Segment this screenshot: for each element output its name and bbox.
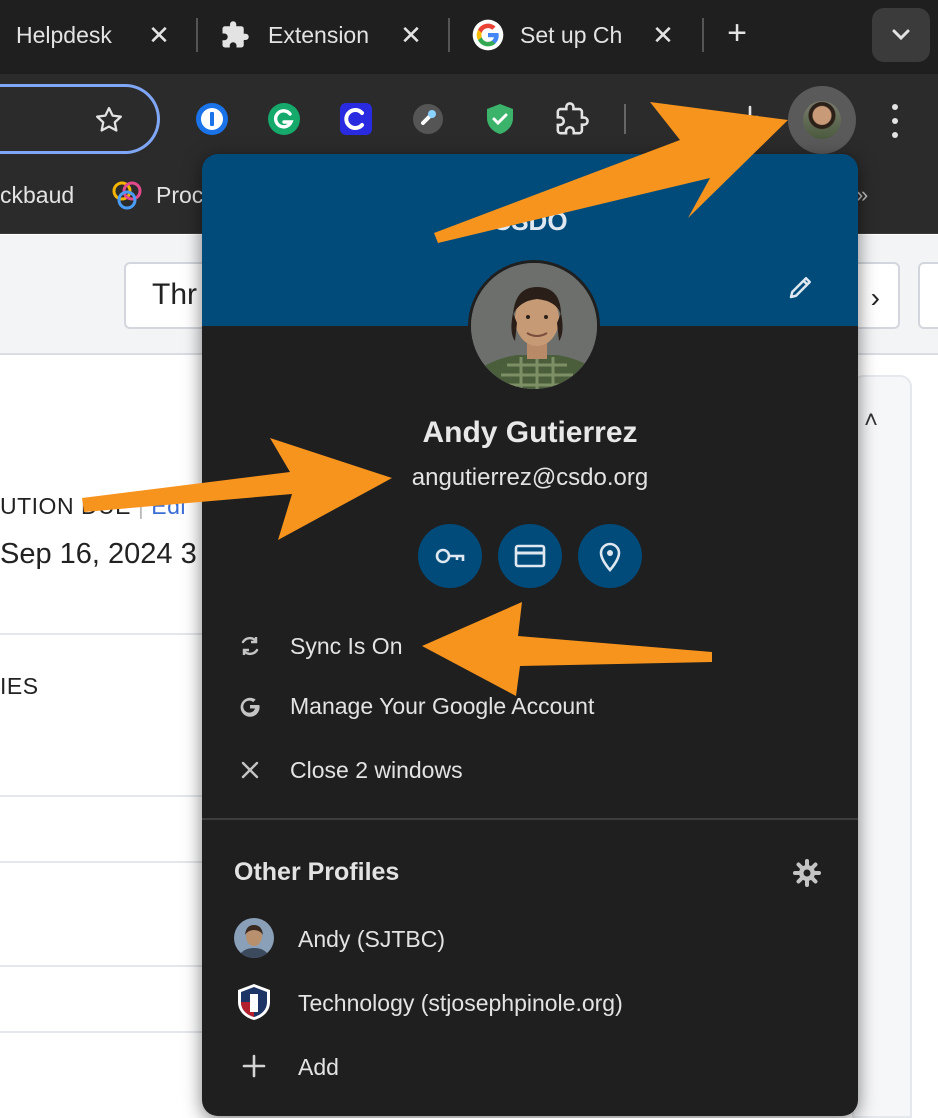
tab-close-icon[interactable]: ✕	[396, 20, 426, 50]
profile-menu: CSDO Andy Gutierrez angutierrez@csdo.org	[202, 154, 858, 1116]
download-icon[interactable]	[732, 101, 768, 137]
profile-row-sjtbc[interactable]: Andy (SJTBC)	[202, 912, 858, 968]
plus-icon	[234, 1046, 274, 1086]
resolution-due-label: UTION DUE | Edi	[0, 493, 187, 519]
tab-close-icon[interactable]: ✕	[144, 20, 174, 50]
tab-label: Extension	[268, 21, 370, 48]
add-profile-label: Add	[298, 1054, 339, 1080]
puzzle-icon	[220, 20, 250, 50]
tab-search-button[interactable]	[872, 8, 930, 62]
credit-card-icon	[514, 544, 546, 568]
tab-separator	[196, 18, 198, 52]
other-profiles-title: Other Profiles	[234, 858, 400, 886]
profile-button[interactable]	[788, 86, 856, 154]
chevron-right-icon: ›	[870, 282, 880, 313]
google-g-icon	[236, 692, 264, 720]
sync-label: Sync Is On	[290, 632, 403, 659]
section-label: IES	[0, 673, 39, 699]
edge-button[interactable]	[918, 262, 938, 329]
c-extension-icon[interactable]	[338, 101, 374, 137]
payment-methods-button[interactable]	[498, 524, 562, 588]
close-icon	[236, 756, 264, 784]
tab-separator	[702, 18, 704, 52]
close-windows-label: Close 2 windows	[290, 756, 463, 783]
gear-icon[interactable]	[792, 858, 822, 888]
tab-extensions[interactable]: Extension	[220, 0, 380, 70]
tab-strip: Helpdesk ✕ Extension ✕ Set up Ch ✕ +	[0, 0, 938, 74]
add-profile-row[interactable]: Add	[202, 1040, 858, 1096]
google-g-icon	[472, 19, 504, 51]
edit-pencil-icon[interactable]	[786, 272, 816, 302]
divider	[0, 633, 210, 635]
shield-extension-icon[interactable]	[482, 101, 518, 137]
org-name: CSDO	[492, 206, 568, 236]
addresses-button[interactable]	[578, 524, 642, 588]
avatar	[803, 101, 841, 139]
close-windows-row[interactable]: Close 2 windows	[202, 742, 858, 798]
tab-close-icon[interactable]: ✕	[648, 20, 678, 50]
profile-email: angutierrez@csdo.org	[411, 464, 649, 491]
tab-group-icon[interactable]	[666, 101, 702, 137]
location-pin-icon	[599, 542, 621, 572]
grammarly-extension-icon[interactable]	[266, 101, 302, 137]
chevron-down-icon	[892, 29, 910, 41]
divider	[0, 861, 210, 863]
tab-label: Helpdesk	[16, 21, 112, 48]
browser-toolbar	[0, 74, 938, 164]
profile-label: Technology (stjosephpinole.org)	[298, 990, 623, 1016]
side-panel: ˄	[852, 375, 912, 1118]
wrench-extension-icon[interactable]	[410, 101, 446, 137]
sync-row[interactable]: Sync Is On	[202, 618, 858, 674]
divider	[0, 1031, 210, 1033]
tab-separator	[448, 18, 450, 52]
bookmark-blackbaud[interactable]: ckbaud	[0, 182, 74, 209]
profile-row-technology[interactable]: Technology (stjosephpinole.org)	[202, 976, 858, 1032]
toolbar-separator	[624, 104, 626, 134]
key-icon	[435, 548, 465, 564]
more-menu-icon[interactable]	[890, 104, 900, 138]
extensions-puzzle-icon[interactable]	[554, 101, 590, 137]
edit-link[interactable]: Edi	[151, 493, 186, 519]
address-bar[interactable]	[0, 84, 160, 154]
school-crest-icon	[234, 982, 274, 1022]
divider	[0, 795, 210, 797]
productivity-logo-icon	[110, 178, 144, 217]
passwords-button[interactable]	[418, 524, 482, 588]
divider	[0, 965, 210, 967]
star-icon[interactable]	[94, 105, 124, 140]
manage-account-label: Manage Your Google Account	[290, 692, 595, 719]
password-manager-extension-icon[interactable]	[194, 101, 230, 137]
avatar	[234, 918, 274, 958]
tab-label: Set up Ch	[520, 21, 623, 48]
resolution-label-text: UTION DUE	[0, 493, 131, 519]
bookmark-productivity[interactable]: Proc	[156, 182, 203, 209]
tab-setup-chrome[interactable]: Set up Ch	[472, 0, 632, 70]
profile-name: Andy Gutierrez	[422, 416, 638, 449]
new-tab-button[interactable]: +	[720, 16, 754, 52]
profile-avatar	[468, 260, 600, 392]
menu-divider	[202, 818, 858, 820]
profile-label: Andy (SJTBC)	[298, 926, 445, 952]
chevron-up-icon[interactable]: ˄	[864, 407, 878, 435]
sync-icon	[236, 632, 264, 660]
resolution-date: Sep 16, 2024 3	[0, 538, 197, 570]
manage-account-row[interactable]: Manage Your Google Account	[202, 678, 858, 734]
tab-helpdesk[interactable]: Helpdesk	[16, 0, 126, 70]
